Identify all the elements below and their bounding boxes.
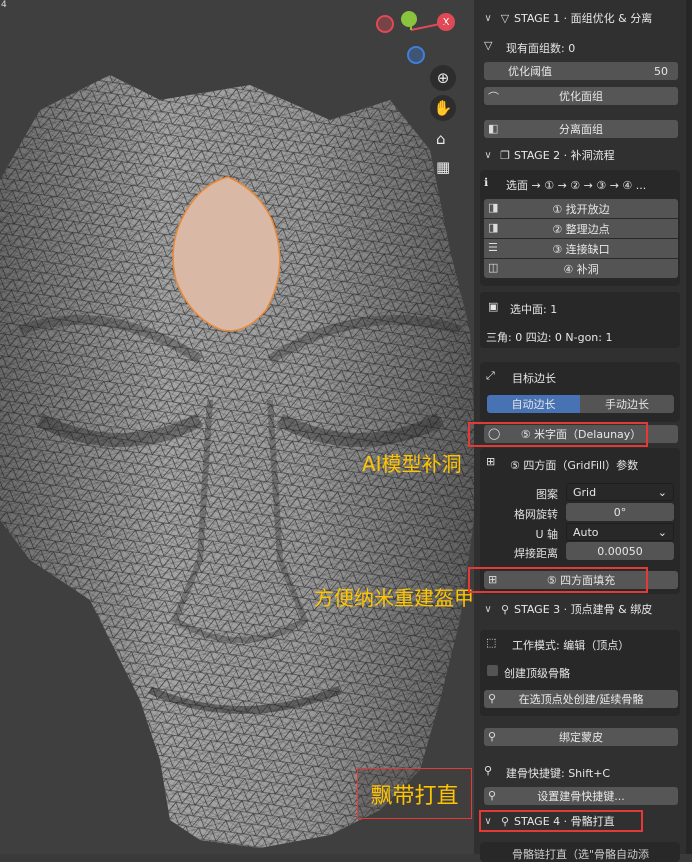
annotation-ai-fill: AI模型补洞 (362, 452, 462, 476)
gizmo-lines (410, 18, 445, 31)
u-axis-value: Auto (573, 525, 599, 539)
stage2-title: STAGE 2 · 补洞流程 (514, 149, 615, 162)
stage1-header[interactable]: ∨ ▽ STAGE 1 · 面组优化 & 分离 (480, 8, 680, 28)
split-icon: ◧ (488, 122, 499, 135)
bone-icon: ⚲ (488, 789, 497, 802)
stage4-cut-text: 骨骼链打直（选"骨骼自动添 (512, 848, 650, 861)
threshold-value: 50 (654, 64, 668, 78)
create-bone-label: 在选顶点处创建/延续骨骼 (518, 693, 644, 706)
vertex-mode-icon: ⬚ (486, 636, 497, 649)
grid-icon: ⊞ (486, 455, 496, 468)
manual-edge-toggle[interactable]: 手动边长 (580, 395, 674, 413)
3d-viewport[interactable]: 4 X ⊕ ✋ ⌂ ▦ AI模型补洞 方便纳米重建盔甲 飘带打直 (0, 0, 474, 854)
panel-scrollbar[interactable] (686, 0, 692, 854)
chevron-down-icon: ⌄ (657, 485, 667, 499)
cube-icon: ▣ (488, 300, 499, 313)
copy-icon: ❐ (500, 148, 510, 162)
target-edge-label: 目标边长 (512, 372, 556, 385)
rotation-field[interactable]: 0° (566, 503, 674, 521)
step-label: ④ 补洞 (563, 262, 599, 276)
top-bone-checkbox[interactable] (487, 665, 498, 676)
sidebar-panel: ∨ ▽ STAGE 1 · 面组优化 & 分离 ▽ 现有面组数: 0 优化阈值 … (468, 0, 686, 862)
bone-icon: ⚲ (488, 692, 497, 705)
u-axis-label: U 轴 (535, 528, 558, 541)
optimize-button[interactable]: ⌒ 优化面组 (484, 87, 678, 105)
chevron-down-icon: ∨ (484, 149, 492, 161)
mode-label: 工作模式: 编辑（顶点） (512, 639, 630, 652)
target-edge-box (480, 362, 680, 422)
threshold-slider[interactable]: 优化阈值 50 (484, 62, 678, 80)
set-shortcut-label: 设置建骨快捷键... (537, 790, 625, 803)
grid-icon[interactable]: ▦ (436, 158, 450, 176)
hand-pan-icon[interactable]: ✋ (430, 95, 456, 121)
mesh-canvas[interactable] (0, 0, 474, 854)
curve-icon: ⌒ (488, 91, 499, 104)
highlight-stage4 (479, 810, 643, 832)
auto-edge-toggle[interactable]: 自动边长 (487, 395, 580, 413)
create-bone-button[interactable]: ⚲ 在选顶点处创建/延续骨骼 (484, 690, 678, 708)
camera-icon[interactable]: ⌂ (436, 130, 446, 148)
edge-icon: ◨ (488, 221, 499, 234)
chevron-down-icon: ⌄ (657, 525, 667, 539)
separate-button[interactable]: ◧ 分离面组 (484, 120, 678, 138)
stage3-header[interactable]: ∨ ⚲ STAGE 3 · 顶点建骨 & 绑皮 (480, 599, 680, 619)
bind-skin-label: 绑定蒙皮 (559, 731, 603, 744)
step-label: ② 整理边点 (552, 222, 610, 236)
highlight-quad-fill (468, 567, 648, 593)
top-bone-label[interactable]: 创建顶级骨骼 (504, 665, 570, 681)
chevron-down-icon: ∨ (484, 603, 492, 615)
bind-skin-button[interactable]: ⚲ 绑定蒙皮 (484, 728, 678, 746)
shortcut-label: 建骨快捷键: Shift+C (506, 767, 611, 780)
step-find-open-edges[interactable]: ◨ ① 找开放边 (484, 199, 678, 218)
weld-label: 焊接距离 (514, 547, 558, 560)
step-connect-gaps[interactable]: ☰ ③ 连接缺口 (484, 239, 678, 258)
ruler-icon: ⤢ (486, 369, 495, 382)
step-clean-edge-points[interactable]: ◨ ② 整理边点 (484, 219, 678, 238)
step-label: ③ 连接缺口 (552, 242, 610, 256)
pattern-dropdown[interactable]: Grid ⌄ (566, 483, 674, 501)
zoom-icon[interactable]: ⊕ (430, 65, 456, 91)
highlight-delaunay (468, 422, 648, 447)
annotation-nano-rebuild: 方便纳米重建盔甲 (314, 586, 474, 610)
fill-icon: ◫ (488, 261, 499, 274)
optimize-button-label: 优化面组 (559, 90, 603, 103)
set-shortcut-button[interactable]: ⚲ 设置建骨快捷键... (484, 787, 678, 805)
pattern-value: Grid (573, 485, 597, 499)
faces-icon: ▽ (484, 39, 493, 52)
stage3-title: STAGE 3 · 顶点建骨 & 绑皮 (514, 603, 653, 616)
rotation-label: 格网旋转 (514, 508, 558, 521)
separate-button-label: 分离面组 (559, 123, 603, 136)
gizmo-neg-x-dot[interactable] (376, 15, 394, 33)
flow-text: 选面 → ① → ② → ③ → ④ ... (506, 179, 647, 192)
edge-icon: ◨ (488, 201, 499, 214)
bone-hotkey-icon: ⚲ (484, 764, 493, 777)
frame-number: 4 (1, 0, 7, 10)
threshold-label: 优化阈值 (508, 65, 552, 78)
stage1-title: STAGE 1 · 面组优化 & 分离 (514, 12, 653, 25)
armature-icon: ⚲ (488, 730, 497, 743)
faces-icon: ▽ (500, 11, 510, 25)
weld-field[interactable]: 0.00050 (566, 542, 674, 560)
step-label: ① 找开放边 (552, 202, 610, 216)
face-count-label: 现有面组数: 0 (506, 42, 576, 55)
u-axis-dropdown[interactable]: Auto ⌄ (566, 523, 674, 541)
bridge-icon: ☰ (488, 241, 498, 254)
step-fill-hole[interactable]: ◫ ④ 补洞 (484, 259, 678, 278)
face-type-stats: 三角: 0 四边: 0 N-gon: 1 (486, 331, 613, 344)
annotation-ribbon: 飘带打直 (357, 768, 472, 819)
bone-icon: ⚲ (500, 602, 510, 616)
selected-faces: 选中面: 1 (510, 303, 558, 316)
chevron-down-icon: ∨ (484, 12, 492, 24)
pattern-label: 图案 (536, 488, 558, 501)
info-icon: ℹ (484, 176, 489, 189)
gridfill-title: ⑤ 四方面（GridFill）参数 (510, 459, 639, 472)
gizmo-z-dot[interactable] (407, 46, 425, 64)
stage2-header[interactable]: ∨ ❐ STAGE 2 · 补洞流程 (480, 145, 680, 165)
